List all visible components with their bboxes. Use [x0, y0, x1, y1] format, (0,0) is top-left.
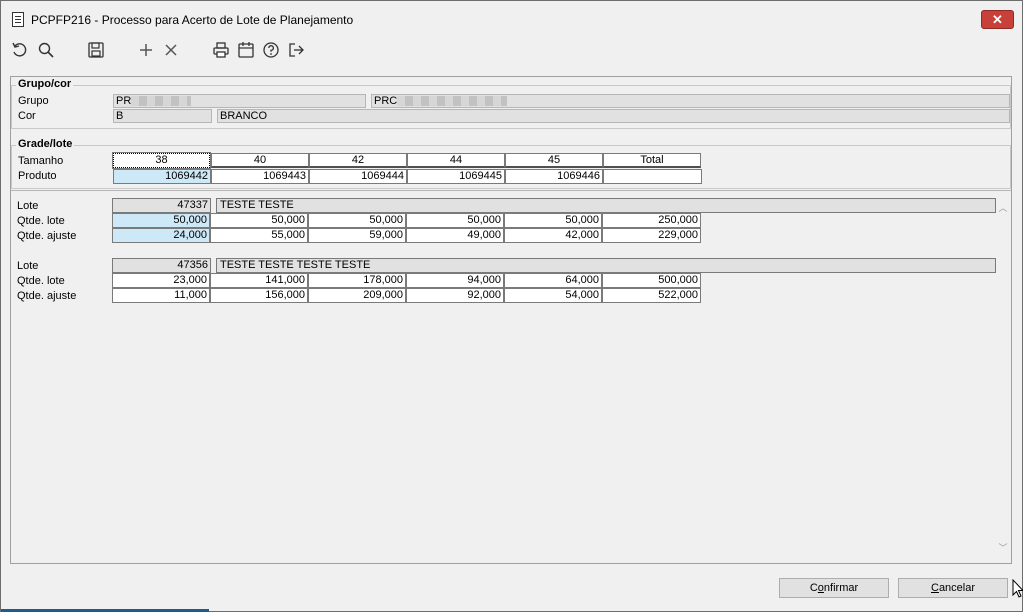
qtde-lote-cell[interactable]: 94,000: [406, 273, 504, 288]
size-header-total: Total: [603, 153, 701, 168]
calendar-icon[interactable]: [237, 41, 255, 59]
qtde-lote-cell[interactable]: 50,000: [210, 213, 308, 228]
add-icon[interactable]: [137, 41, 155, 59]
lote-number-field[interactable]: 47337: [112, 198, 211, 213]
qtde-lote-cell[interactable]: 23,000: [112, 273, 210, 288]
grupo-cor-group: Grupo/cor Grupo PR PRC Cor B BRANCO: [11, 78, 1011, 129]
delete-icon[interactable]: [162, 41, 180, 59]
qtde-lote-cell[interactable]: 50,000: [406, 213, 504, 228]
size-header-38[interactable]: 38: [112, 152, 211, 169]
grupo-desc-field: PRC: [371, 94, 1010, 108]
cor-label: Cor: [18, 110, 36, 122]
grupo-cor-title: Grupo/cor: [16, 78, 74, 90]
print-icon[interactable]: [212, 41, 230, 59]
grade-lote-title: Grade/lote: [16, 138, 75, 150]
produto-cell[interactable]: 1069444: [309, 169, 407, 184]
qtde-ajuste-cell[interactable]: 24,000: [112, 228, 210, 243]
grade-lote-group: Grade/lote Tamanho Produto 38 40 42 44 4…: [11, 138, 1011, 189]
produto-cell[interactable]: 1069442: [113, 169, 211, 184]
save-icon[interactable]: [87, 41, 105, 59]
mouse-cursor-icon: [1012, 578, 1023, 599]
lote-number-field[interactable]: 47356: [112, 258, 211, 273]
produto-cell: [603, 169, 702, 184]
size-header-44[interactable]: 44: [407, 153, 505, 168]
window-title: PCPFP216 - Processo para Acerto de Lote …: [31, 13, 354, 27]
confirm-button[interactable]: Confirmar: [779, 578, 889, 598]
toolbar: [1, 38, 1022, 66]
qtde-ajuste-total: 229,000: [602, 228, 701, 243]
vertical-scrollbar[interactable]: ︿ ﹀: [996, 197, 1010, 559]
qtde-ajuste-cell[interactable]: 59,000: [308, 228, 406, 243]
grupo-label: Grupo: [18, 95, 49, 107]
qtde-ajuste-total: 522,000: [602, 288, 701, 303]
qtde-ajuste-cell[interactable]: 54,000: [504, 288, 602, 303]
search-icon[interactable]: [37, 41, 55, 59]
qtde-lote-cell[interactable]: 178,000: [308, 273, 406, 288]
qtde-ajuste-label: Qtde. ajuste: [17, 290, 77, 302]
qtde-lote-cell[interactable]: 50,000: [112, 213, 210, 228]
qtde-ajuste-cell[interactable]: 209,000: [308, 288, 406, 303]
produto-cell[interactable]: 1069443: [211, 169, 309, 184]
qtde-lote-cell[interactable]: 50,000: [308, 213, 406, 228]
cancel-button[interactable]: Cancelar: [898, 578, 1008, 598]
lote-label: Lote: [17, 200, 39, 212]
title-bar: PCPFP216 - Processo para Acerto de Lote …: [1, 1, 1022, 38]
section-divider: [11, 190, 1011, 191]
close-button[interactable]: ✕: [981, 10, 1014, 29]
qtde-lote-total: 250,000: [602, 213, 701, 228]
cor-desc-field: BRANCO: [217, 109, 1010, 123]
lote-desc-field: TESTE TESTE: [216, 198, 996, 213]
qtde-lote-cell[interactable]: 64,000: [504, 273, 602, 288]
qtde-ajuste-label: Qtde. ajuste: [17, 230, 77, 242]
tamanho-label: Tamanho: [18, 155, 64, 167]
qtde-lote-label: Qtde. lote: [17, 275, 65, 287]
redacted-block: [397, 96, 508, 107]
lote-desc-field: TESTE TESTE TESTE TESTE: [216, 258, 996, 273]
cor-code-field[interactable]: B: [113, 109, 212, 123]
qtde-ajuste-cell[interactable]: 42,000: [504, 228, 602, 243]
size-header-40[interactable]: 40: [211, 153, 309, 168]
qtde-lote-label: Qtde. lote: [17, 215, 65, 227]
produto-cell[interactable]: 1069446: [505, 169, 603, 184]
produto-label: Produto: [18, 170, 57, 182]
grupo-code-field[interactable]: PR: [113, 94, 366, 108]
qtde-ajuste-cell[interactable]: 55,000: [210, 228, 308, 243]
exit-icon[interactable]: [287, 41, 305, 59]
qtde-lote-cell[interactable]: 141,000: [210, 273, 308, 288]
qtde-ajuste-cell[interactable]: 92,000: [406, 288, 504, 303]
qtde-ajuste-cell[interactable]: 156,000: [210, 288, 308, 303]
qtde-lote-cell[interactable]: 50,000: [504, 213, 602, 228]
lote-label: Lote: [17, 260, 39, 272]
size-header-45[interactable]: 45: [505, 153, 603, 168]
qtde-ajuste-cell[interactable]: 11,000: [112, 288, 210, 303]
qtde-lote-total: 500,000: [602, 273, 701, 288]
scroll-up-icon[interactable]: ︿: [998, 203, 1008, 213]
qtde-ajuste-cell[interactable]: 49,000: [406, 228, 504, 243]
document-icon: [12, 12, 24, 27]
main-panel: Grupo/cor Grupo PR PRC Cor B BRANCO Grad…: [10, 76, 1012, 564]
size-header-42[interactable]: 42: [309, 153, 407, 168]
scroll-down-icon[interactable]: ﹀: [998, 543, 1008, 553]
produto-cell[interactable]: 1069445: [407, 169, 505, 184]
help-icon[interactable]: [262, 41, 280, 59]
redacted-block: [131, 96, 192, 107]
undo-icon[interactable]: [11, 41, 29, 59]
app-window: PCPFP216 - Processo para Acerto de Lote …: [0, 0, 1023, 612]
